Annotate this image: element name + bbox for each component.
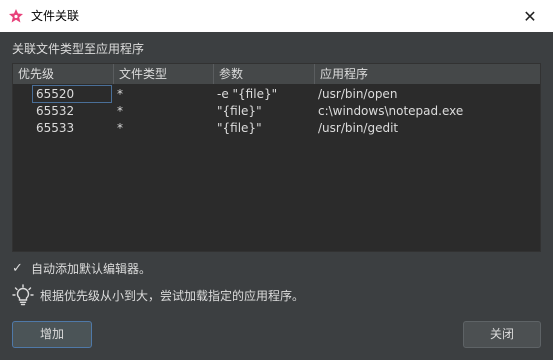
args-cell: "{file}" (217, 104, 262, 118)
check-icon[interactable]: ✓ (12, 261, 26, 276)
auto-add-label: 自动添加默认编辑器。 (31, 262, 152, 276)
app-cell: /usr/bin/gedit (318, 121, 399, 135)
auto-add-editor-checkbox[interactable]: ✓ 自动添加默认编辑器。 (12, 260, 151, 277)
column-header-args[interactable]: 参数 (214, 64, 315, 84)
title-bar: 文件关联 ✕ (0, 0, 553, 32)
priority-cell-editing[interactable]: 65520 (32, 85, 112, 103)
table-row[interactable]: 65533 * "{file}" /usr/bin/gedit (13, 119, 540, 137)
app-cell: /usr/bin/open (318, 87, 398, 101)
window-close-button[interactable]: ✕ (507, 0, 553, 32)
close-button[interactable]: 关闭 (463, 321, 541, 348)
app-star-icon (9, 9, 23, 23)
column-header-app[interactable]: 应用程序 (315, 64, 542, 84)
app-cell: c:\windows\notepad.exe (318, 104, 464, 118)
table-header: 优先级 文件类型 参数 应用程序 (13, 64, 540, 84)
filetype-cell: * (117, 121, 123, 135)
add-button[interactable]: 增加 (12, 321, 92, 348)
args-cell: -e "{file}" (217, 87, 278, 101)
table-row[interactable]: 65520 * -e "{file}" /usr/bin/open (13, 85, 540, 103)
priority-cell: 65532 (36, 104, 75, 118)
window-title: 文件关联 (31, 9, 80, 23)
column-header-filetype[interactable]: 文件类型 (114, 64, 214, 84)
close-icon: ✕ (523, 6, 537, 26)
priority-cell: 65533 (36, 121, 75, 135)
tip: 根据优先级从小到大，尝试加载指定的应用程序。 (12, 284, 304, 306)
tip-text: 根据优先级从小到大，尝试加载指定的应用程序。 (40, 288, 305, 303)
filetype-cell: * (117, 87, 123, 101)
args-cell: "{file}" (217, 121, 262, 135)
section-label: 关联文件类型至应用程序 (12, 42, 145, 56)
table-row[interactable]: 65532 * "{file}" c:\windows\notepad.exe (13, 102, 540, 120)
filetype-cell: * (117, 104, 123, 118)
association-table[interactable]: 优先级 文件类型 参数 应用程序 65520 * -e "{file}" /us… (12, 63, 541, 252)
lightbulb-icon (12, 284, 34, 306)
column-header-priority[interactable]: 优先级 (13, 64, 114, 84)
